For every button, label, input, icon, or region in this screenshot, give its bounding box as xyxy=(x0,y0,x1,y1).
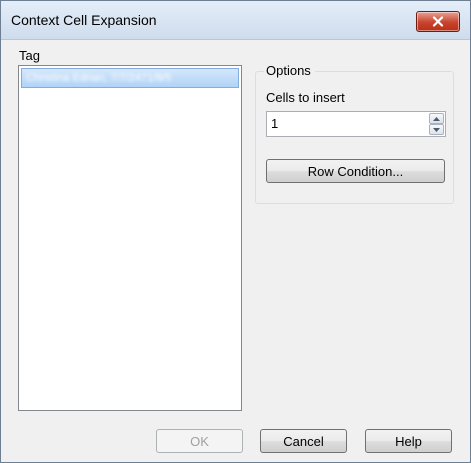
close-x-icon xyxy=(432,16,444,27)
options-legend: Options xyxy=(264,63,315,78)
tag-list-item[interactable]: Christina Edrian, 7/7/2471/8/5 xyxy=(21,68,239,88)
tag-listbox[interactable]: Christina Edrian, 7/7/2471/8/5 xyxy=(18,65,242,411)
arrow-down-icon xyxy=(433,127,440,132)
spin-down-button[interactable] xyxy=(429,124,444,135)
cells-to-insert-label: Cells to insert xyxy=(266,90,345,105)
tag-label: Tag xyxy=(19,48,40,63)
cancel-button[interactable]: Cancel xyxy=(260,429,347,453)
tag-list-item-label: Christina Edrian, 7/7/2471/8/5 xyxy=(26,72,172,84)
cells-to-insert-value[interactable]: 1 xyxy=(271,116,278,131)
dialog-window: Context Cell Expansion Tag Christina Edr… xyxy=(0,0,471,463)
window-title: Context Cell Expansion xyxy=(11,12,157,28)
row-condition-button[interactable]: Row Condition... xyxy=(266,159,445,183)
cells-to-insert-spinner[interactable]: 1 xyxy=(266,111,446,137)
arrow-up-icon xyxy=(433,116,440,121)
title-bar[interactable]: Context Cell Expansion xyxy=(1,1,470,40)
close-button[interactable] xyxy=(416,11,460,32)
ok-button[interactable]: OK xyxy=(156,429,243,453)
spin-up-button[interactable] xyxy=(429,113,444,124)
help-button[interactable]: Help xyxy=(365,429,452,453)
